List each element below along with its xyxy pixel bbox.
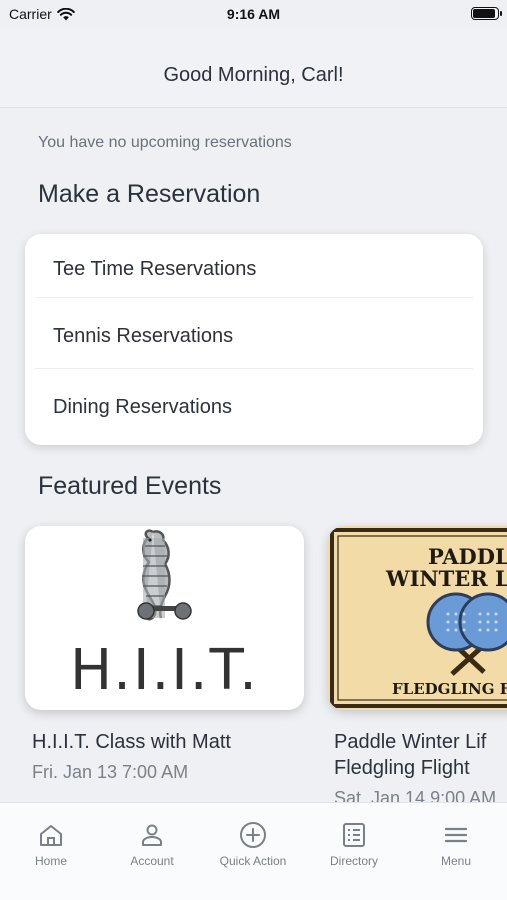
event-title-paddle-line1[interactable]: Paddle Winter Lif (334, 729, 486, 755)
tab-home[interactable]: Home (1, 803, 101, 873)
tennis-reservations-item[interactable]: Tennis Reservations (25, 301, 483, 371)
tab-quick-action-label: Quick Action (219, 854, 287, 868)
status-time: 9:16 AM (226, 6, 281, 22)
tee-time-reservations-item[interactable]: Tee Time Reservations (25, 234, 483, 304)
header: Good Morning, Carl! (0, 30, 507, 108)
directory-icon (343, 823, 365, 847)
menu-icon (444, 827, 468, 843)
tab-menu[interactable]: Menu (406, 803, 506, 873)
battery-icon (471, 7, 502, 20)
greeting-title: Good Morning, Carl! (163, 64, 344, 86)
divider (35, 368, 473, 369)
reservation-card: Tee Time Reservations Tennis Reservation… (25, 234, 483, 445)
paddle-image-text-2: WINTER LIF (386, 566, 507, 591)
plus-circle-icon (240, 822, 266, 848)
tab-bar: Home Account Quick Action Directory Menu (0, 802, 507, 900)
paddle-image-text-3: FLEDGLING FLI (392, 680, 507, 698)
account-icon (142, 824, 162, 846)
hiit-image-text: H.I.I.T. (70, 638, 259, 703)
seahorse-dumbbell-image (137, 529, 192, 621)
tab-account[interactable]: Account (102, 803, 202, 873)
home-icon (40, 825, 62, 846)
event-title-hiit[interactable]: H.I.I.T. Class with Matt (32, 729, 231, 755)
no-reservations-message: You have no upcoming reservations (38, 134, 292, 151)
tab-account-label: Account (130, 854, 174, 868)
tab-home-label: Home (34, 854, 67, 868)
tennis-reservations-label: Tennis Reservations (53, 324, 234, 347)
divider (35, 297, 473, 298)
tab-quick-action[interactable]: Quick Action (203, 803, 303, 873)
dining-reservations-label: Dining Reservations (53, 395, 232, 418)
status-bar: Carrier 9:16 AM (0, 0, 507, 30)
event-card-hiit[interactable]: H.I.I.T. (25, 526, 304, 710)
tab-menu-label: Menu (440, 854, 472, 868)
featured-events-title: Featured Events (38, 472, 222, 500)
tab-directory[interactable]: Directory (304, 803, 404, 873)
tab-directory-label: Directory (329, 854, 378, 868)
event-date-hiit: Fri. Jan 13 7:00 AM (32, 762, 189, 782)
tee-time-reservations-label: Tee Time Reservations (53, 257, 257, 280)
dining-reservations-item[interactable]: Dining Reservations (25, 372, 483, 442)
make-reservation-title: Make a Reservation (38, 180, 261, 208)
event-card-paddle[interactable]: PADDLE WINTER LIF FLEDGLING FLI (328, 526, 507, 710)
event-title-paddle-line2[interactable]: Fledgling Flight (334, 755, 470, 781)
